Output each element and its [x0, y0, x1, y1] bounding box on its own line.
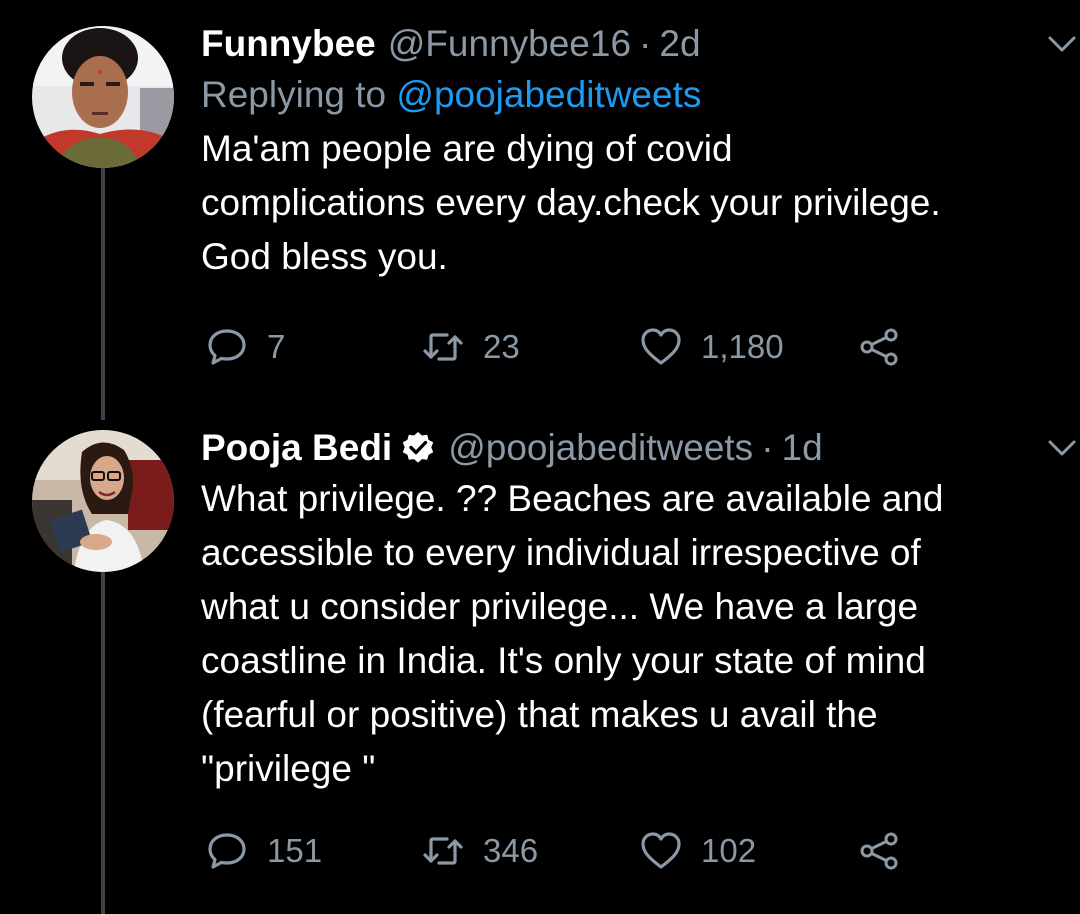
tweet-text-line: coastline in India. It's only your state…: [201, 640, 926, 681]
author-name[interactable]: Funnybee: [201, 20, 376, 68]
replying-mention-link[interactable]: @poojabeditweets: [396, 74, 701, 115]
tweet-header: Pooja Bedi @poojabeditweets · 1d: [201, 424, 1040, 472]
reply-icon: [208, 833, 246, 869]
tweet-text-line: complications every day.check your privi…: [201, 182, 941, 223]
share-button[interactable]: [857, 320, 901, 374]
separator: ·: [639, 23, 652, 64]
retweet-count: 23: [483, 328, 520, 365]
tweet-text: Ma'am people are dying of covid complica…: [201, 122, 1040, 284]
reply-count: 7: [267, 328, 286, 365]
tweet-content: Funnybee @Funnybee16 · 2d Replying to @p…: [201, 20, 1040, 284]
tweet-content: Pooja Bedi @poojabeditweets · 1d What pr…: [201, 424, 1040, 796]
author-name[interactable]: Pooja Bedi: [201, 424, 392, 472]
tweet-text-line: accessible to every individual irrespect…: [201, 532, 921, 573]
avatar[interactable]: [32, 26, 174, 168]
tweet-actions: 7 23 1,180: [201, 320, 1040, 374]
share-icon: [860, 832, 898, 870]
retweet-button[interactable]: 23: [421, 320, 520, 374]
share-icon: [860, 328, 898, 366]
tweet-text-line: what u consider privilege... We have a l…: [201, 586, 919, 627]
tweet-text: What privilege. ?? Beaches are available…: [201, 472, 1040, 796]
like-button[interactable]: 1,180: [639, 320, 784, 374]
verified-badge-icon: [403, 432, 434, 463]
tweet-text-line: Ma'am people are dying of covid: [201, 128, 733, 169]
tweet-pooja-bedi[interactable]: Pooja Bedi @poojabeditweets · 1d What pr…: [0, 420, 1080, 914]
retweet-icon: [423, 333, 463, 361]
chevron-down-icon[interactable]: [1044, 430, 1080, 466]
tweet-funnybee[interactable]: Funnybee @Funnybee16 · 2d Replying to @p…: [0, 0, 1080, 420]
chevron-down-icon[interactable]: [1044, 26, 1080, 62]
timestamp[interactable]: 2d: [659, 20, 700, 68]
tweet-header: Funnybee @Funnybee16 · 2d: [201, 20, 1040, 68]
thread-line: [101, 168, 105, 420]
retweet-button[interactable]: 346: [421, 824, 538, 878]
like-icon: [641, 832, 681, 869]
reply-icon: [208, 329, 246, 365]
author-handle[interactable]: @Funnybee16: [388, 20, 631, 68]
retweet-count: 346: [483, 832, 539, 869]
like-button[interactable]: 102: [639, 824, 756, 878]
like-count: 1,180: [701, 328, 784, 365]
tweet-text-line: "privilege ": [201, 748, 376, 789]
timestamp[interactable]: 1d: [782, 424, 823, 472]
reply-button[interactable]: 151: [205, 824, 322, 878]
replying-prefix: Replying to: [201, 74, 387, 115]
tweet-text-line: God bless you.: [201, 236, 448, 277]
author-handle[interactable]: @poojabeditweets: [448, 424, 753, 472]
thread-line: [101, 572, 105, 914]
tweet-text-line: (fearful or positive) that makes u avail…: [201, 694, 878, 735]
like-count: 102: [701, 832, 757, 869]
like-icon: [641, 328, 681, 365]
share-button[interactable]: [857, 824, 901, 878]
tweet-text-line: What privilege. ?? Beaches are available…: [201, 478, 944, 519]
separator: ·: [761, 427, 774, 468]
reply-button[interactable]: 7: [205, 320, 285, 374]
avatar[interactable]: [32, 430, 174, 572]
replying-to: Replying to @poojabeditweets: [201, 68, 1040, 122]
reply-count: 151: [267, 832, 323, 869]
tweet-actions: 151 346 102: [201, 824, 1040, 878]
retweet-icon: [423, 837, 463, 865]
